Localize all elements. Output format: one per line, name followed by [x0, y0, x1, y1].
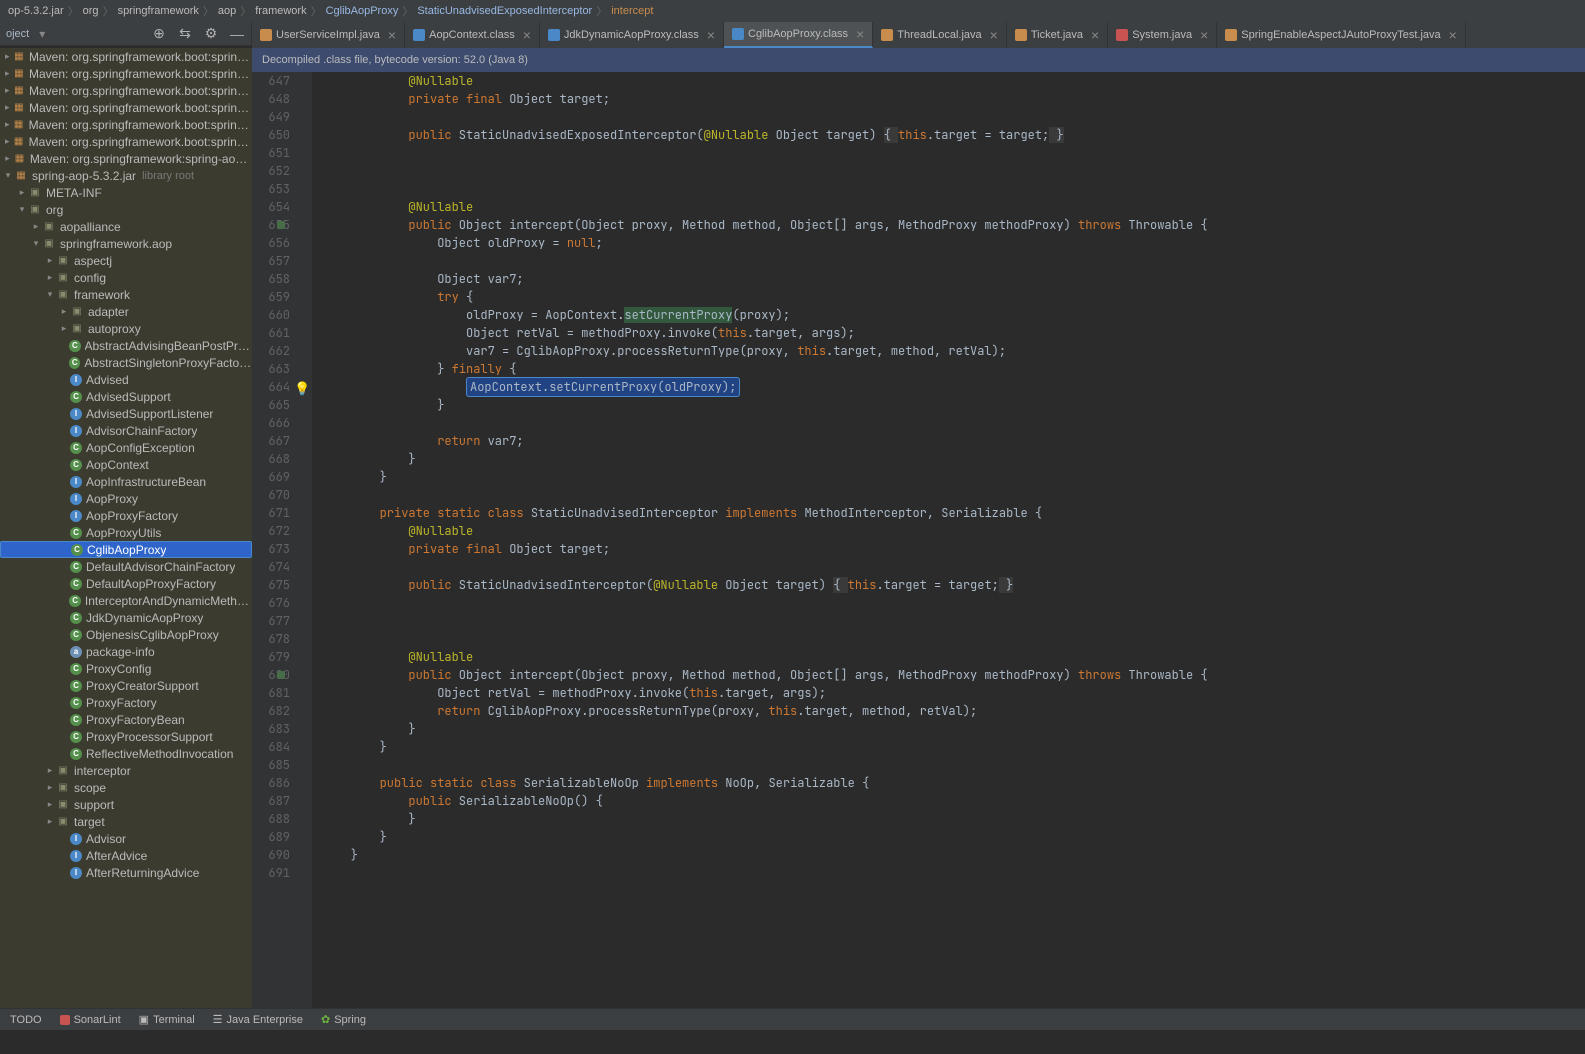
project-label[interactable]: oject [6, 28, 29, 40]
close-icon[interactable]: × [388, 27, 396, 43]
gutter[interactable]: 💡 [252, 72, 312, 1008]
close-icon[interactable]: × [1449, 27, 1457, 43]
tree-item[interactable]: ▸▣interceptor [0, 762, 252, 779]
breadcrumb: op-5.3.2.jar〉 org〉 springframework〉 aop〉… [0, 0, 1585, 22]
tab-ticket[interactable]: Ticket.java× [1007, 22, 1108, 48]
tree-item[interactable]: ▾▦spring-aop-5.3.2.jarlibrary root [0, 167, 252, 184]
collapse-icon[interactable]: ⇆ [177, 26, 193, 42]
tree-item[interactable]: CAdvisedSupport [0, 388, 252, 405]
sidebar-toolbar: oject ▾ ⊕ ⇆ ⚙ — [0, 22, 252, 46]
tree-item[interactable]: apackage-info [0, 643, 252, 660]
target-icon[interactable]: ⊕ [151, 26, 167, 42]
terminal-tool[interactable]: ▣Terminal [139, 1013, 195, 1026]
tree-item[interactable]: ▸▣target [0, 813, 252, 830]
tree-item[interactable]: IAdvisorChainFactory [0, 422, 252, 439]
tab-aopcontext[interactable]: AopContext.class× [405, 22, 540, 48]
tree-item[interactable]: CReflectiveMethodInvocation [0, 745, 252, 762]
tab-jdkdynamic[interactable]: JdkDynamicAopProxy.class× [540, 22, 724, 48]
editor: Decompiled .class file, bytecode version… [252, 48, 1585, 1008]
tree-item[interactable]: ▸▣META-INF [0, 184, 252, 201]
tree-item[interactable]: CAopContext [0, 456, 252, 473]
tree-item[interactable]: IAdvisor [0, 830, 252, 847]
tree-item[interactable]: ▸▣config [0, 269, 252, 286]
tree-item[interactable]: ▸▦Maven: org.springframework.boot:spring… [0, 65, 252, 82]
tab-userserviceimpl[interactable]: UserServiceImpl.java× [252, 22, 405, 48]
tree-item[interactable]: CProxyFactory [0, 694, 252, 711]
close-icon[interactable]: × [523, 27, 531, 43]
hide-icon[interactable]: — [229, 26, 245, 42]
tree-item[interactable]: CProxyFactoryBean [0, 711, 252, 728]
tree-item[interactable]: IAopInfrastructureBean [0, 473, 252, 490]
tree-item[interactable]: CAopConfigException [0, 439, 252, 456]
tree-item[interactable]: ▾▣framework [0, 286, 252, 303]
tree-item[interactable]: ▾▣org [0, 201, 252, 218]
status-bar: TODO SonarLint ▣Terminal ☰Java Enterpris… [0, 1008, 1585, 1030]
spring-tool[interactable]: ✿Spring [321, 1013, 366, 1026]
tree-item[interactable]: CAopProxyUtils [0, 524, 252, 541]
tree-item[interactable]: ▸▣autoproxy [0, 320, 252, 337]
tree-item[interactable]: ▸▦Maven: org.springframework.boot:spring… [0, 116, 252, 133]
code-area[interactable]: 💡 @Nullable private final Object target;… [252, 72, 1585, 1008]
gear-icon[interactable]: ⚙ [203, 26, 219, 42]
code-text[interactable]: @Nullable private final Object target; p… [312, 72, 1585, 1008]
tree-item[interactable]: CInterceptorAndDynamicMethodM [0, 592, 252, 609]
tree-item[interactable]: IAfterAdvice [0, 847, 252, 864]
tree-item[interactable]: CProxyConfig [0, 660, 252, 677]
sonar-tool[interactable]: SonarLint [60, 1014, 121, 1026]
tree-item[interactable]: CCglibAopProxy [0, 541, 252, 558]
tree-item[interactable]: ▸▣scope [0, 779, 252, 796]
editor-tabs: UserServiceImpl.java× AopContext.class× … [252, 22, 1585, 48]
tree-item[interactable]: CDefaultAdvisorChainFactory [0, 558, 252, 575]
close-icon[interactable]: × [856, 26, 864, 42]
tree-item[interactable]: ▸▣support [0, 796, 252, 813]
tree-item[interactable]: ▸▦Maven: org.springframework:spring-aop:… [0, 150, 252, 167]
tree-item[interactable]: ▸▣aopalliance [0, 218, 252, 235]
javaee-tool[interactable]: ☰Java Enterprise [213, 1013, 303, 1026]
tree-item[interactable]: ▸▦Maven: org.springframework.boot:spring… [0, 99, 252, 116]
tree-item[interactable]: IAdvised [0, 371, 252, 388]
tree-item[interactable]: ▾▣springframework.aop [0, 235, 252, 252]
decompiled-banner: Decompiled .class file, bytecode version… [252, 48, 1585, 72]
todo-tool[interactable]: TODO [10, 1014, 42, 1026]
tab-springtest[interactable]: SpringEnableAspectJAutoProxyTest.java× [1217, 22, 1466, 48]
close-icon[interactable]: × [1091, 27, 1099, 43]
tree-item[interactable]: CAbstractAdvisingBeanPostProces [0, 337, 252, 354]
project-tree[interactable]: ▸▦Maven: org.springframework.boot:spring… [0, 48, 252, 1008]
tab-cglibaopproxy[interactable]: CglibAopProxy.class× [724, 22, 873, 48]
tree-item[interactable]: ▸▣aspectj [0, 252, 252, 269]
tree-item[interactable]: IAdvisedSupportListener [0, 405, 252, 422]
tree-item[interactable]: CJdkDynamicAopProxy [0, 609, 252, 626]
close-icon[interactable]: × [1200, 27, 1208, 43]
tree-item[interactable]: ▸▣adapter [0, 303, 252, 320]
tree-item[interactable]: CDefaultAopProxyFactory [0, 575, 252, 592]
main-area: ▸▦Maven: org.springframework.boot:spring… [0, 48, 1585, 1008]
tab-system[interactable]: System.java× [1108, 22, 1217, 48]
tree-item[interactable]: ▸▦Maven: org.springframework.boot:spring… [0, 82, 252, 99]
tree-item[interactable]: IAopProxyFactory [0, 507, 252, 524]
tab-threadlocal[interactable]: ThreadLocal.java× [873, 22, 1007, 48]
tree-item[interactable]: IAopProxy [0, 490, 252, 507]
tree-item[interactable]: ▸▦Maven: org.springframework.boot:spring… [0, 133, 252, 150]
tree-item[interactable]: CAbstractSingletonProxyFactoryBe [0, 354, 252, 371]
close-icon[interactable]: × [990, 27, 998, 43]
tree-item[interactable]: IAfterReturningAdvice [0, 864, 252, 881]
tree-item[interactable]: CProxyProcessorSupport [0, 728, 252, 745]
tree-item[interactable]: ▸▦Maven: org.springframework.boot:spring… [0, 48, 252, 65]
close-icon[interactable]: × [707, 27, 715, 43]
tree-item[interactable]: CProxyCreatorSupport [0, 677, 252, 694]
tree-item[interactable]: CObjenesisCglibAopProxy [0, 626, 252, 643]
